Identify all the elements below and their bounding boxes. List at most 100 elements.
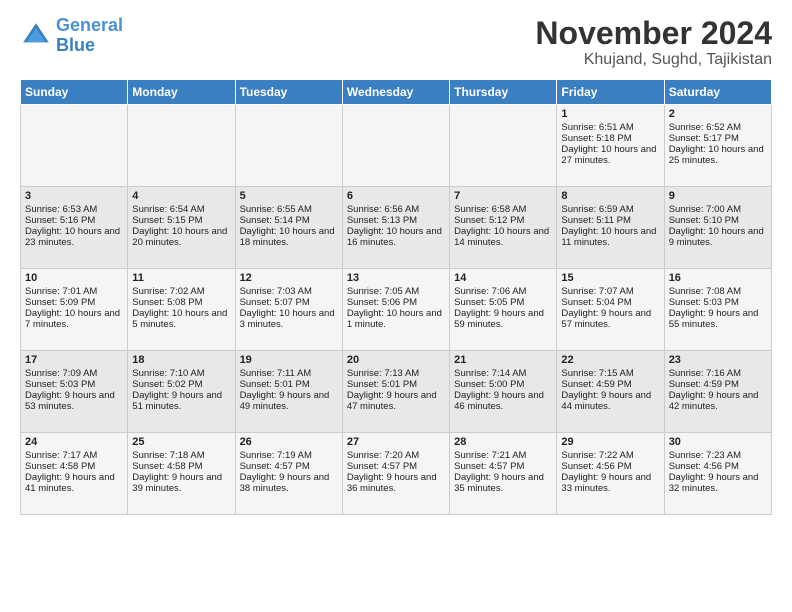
- day-number: 27: [347, 436, 445, 448]
- daylight-text: Daylight: 10 hours and 27 minutes.: [561, 144, 656, 166]
- daylight-text: Daylight: 10 hours and 3 minutes.: [240, 308, 335, 330]
- day-number: 5: [240, 190, 338, 202]
- sunrise-text: Sunrise: 7:18 AM: [132, 450, 204, 461]
- sunset-text: Sunset: 5:15 PM: [132, 215, 202, 226]
- day-cell: 1 Sunrise: 6:51 AM Sunset: 5:18 PM Dayli…: [557, 105, 664, 187]
- day-number: 2: [669, 108, 767, 120]
- sunrise-text: Sunrise: 6:53 AM: [25, 204, 97, 215]
- daylight-text: Daylight: 9 hours and 38 minutes.: [240, 472, 330, 494]
- daylight-text: Daylight: 9 hours and 44 minutes.: [561, 390, 651, 412]
- sunset-text: Sunset: 5:05 PM: [454, 297, 524, 308]
- month-title: November 2024: [535, 16, 772, 51]
- day-number: 29: [561, 436, 659, 448]
- day-number: 3: [25, 190, 123, 202]
- day-number: 14: [454, 272, 552, 284]
- logo-line2: Blue: [56, 35, 95, 55]
- day-number: 18: [132, 354, 230, 366]
- day-number: 25: [132, 436, 230, 448]
- day-cell: 24 Sunrise: 7:17 AM Sunset: 4:58 PM Dayl…: [21, 433, 128, 515]
- sunrise-text: Sunrise: 6:56 AM: [347, 204, 419, 215]
- daylight-text: Daylight: 10 hours and 23 minutes.: [25, 226, 120, 248]
- page: General Blue November 2024 Khujand, Sugh…: [0, 0, 792, 612]
- sunrise-text: Sunrise: 7:06 AM: [454, 286, 526, 297]
- day-cell: 28 Sunrise: 7:21 AM Sunset: 4:57 PM Dayl…: [450, 433, 557, 515]
- week-row-2: 10 Sunrise: 7:01 AM Sunset: 5:09 PM Dayl…: [21, 269, 772, 351]
- sunrise-text: Sunrise: 7:09 AM: [25, 368, 97, 379]
- daylight-text: Daylight: 9 hours and 57 minutes.: [561, 308, 651, 330]
- day-cell: 18 Sunrise: 7:10 AM Sunset: 5:02 PM Dayl…: [128, 351, 235, 433]
- day-cell: 10 Sunrise: 7:01 AM Sunset: 5:09 PM Dayl…: [21, 269, 128, 351]
- daylight-text: Daylight: 10 hours and 16 minutes.: [347, 226, 442, 248]
- sunset-text: Sunset: 5:02 PM: [132, 379, 202, 390]
- day-number: 13: [347, 272, 445, 284]
- week-row-1: 3 Sunrise: 6:53 AM Sunset: 5:16 PM Dayli…: [21, 187, 772, 269]
- sunrise-text: Sunrise: 7:17 AM: [25, 450, 97, 461]
- daylight-text: Daylight: 9 hours and 33 minutes.: [561, 472, 651, 494]
- sunrise-text: Sunrise: 7:10 AM: [132, 368, 204, 379]
- day-cell: 3 Sunrise: 6:53 AM Sunset: 5:16 PM Dayli…: [21, 187, 128, 269]
- day-number: 11: [132, 272, 230, 284]
- daylight-text: Daylight: 10 hours and 1 minute.: [347, 308, 442, 330]
- day-cell: 4 Sunrise: 6:54 AM Sunset: 5:15 PM Dayli…: [128, 187, 235, 269]
- day-cell: 5 Sunrise: 6:55 AM Sunset: 5:14 PM Dayli…: [235, 187, 342, 269]
- daylight-text: Daylight: 9 hours and 42 minutes.: [669, 390, 759, 412]
- daylight-text: Daylight: 10 hours and 25 minutes.: [669, 144, 764, 166]
- day-number: 30: [669, 436, 767, 448]
- daylight-text: Daylight: 9 hours and 53 minutes.: [25, 390, 115, 412]
- sunset-text: Sunset: 5:04 PM: [561, 297, 631, 308]
- day-cell: 15 Sunrise: 7:07 AM Sunset: 5:04 PM Dayl…: [557, 269, 664, 351]
- header: General Blue November 2024 Khujand, Sugh…: [20, 16, 772, 69]
- day-number: 1: [561, 108, 659, 120]
- day-cell: 20 Sunrise: 7:13 AM Sunset: 5:01 PM Dayl…: [342, 351, 449, 433]
- sunrise-text: Sunrise: 7:00 AM: [669, 204, 741, 215]
- daylight-text: Daylight: 9 hours and 41 minutes.: [25, 472, 115, 494]
- day-cell: 14 Sunrise: 7:06 AM Sunset: 5:05 PM Dayl…: [450, 269, 557, 351]
- header-tuesday: Tuesday: [235, 80, 342, 105]
- header-row: Sunday Monday Tuesday Wednesday Thursday…: [21, 80, 772, 105]
- day-cell: [450, 105, 557, 187]
- sunrise-text: Sunrise: 6:54 AM: [132, 204, 204, 215]
- sunrise-text: Sunrise: 6:59 AM: [561, 204, 633, 215]
- sunset-text: Sunset: 4:59 PM: [669, 379, 739, 390]
- daylight-text: Daylight: 10 hours and 9 minutes.: [669, 226, 764, 248]
- sunrise-text: Sunrise: 7:21 AM: [454, 450, 526, 461]
- sunset-text: Sunset: 4:58 PM: [25, 461, 95, 472]
- day-cell: 12 Sunrise: 7:03 AM Sunset: 5:07 PM Dayl…: [235, 269, 342, 351]
- day-cell: 7 Sunrise: 6:58 AM Sunset: 5:12 PM Dayli…: [450, 187, 557, 269]
- sunset-text: Sunset: 4:57 PM: [454, 461, 524, 472]
- sunset-text: Sunset: 5:10 PM: [669, 215, 739, 226]
- day-number: 28: [454, 436, 552, 448]
- daylight-text: Daylight: 10 hours and 18 minutes.: [240, 226, 335, 248]
- sunrise-text: Sunrise: 7:15 AM: [561, 368, 633, 379]
- day-number: 16: [669, 272, 767, 284]
- daylight-text: Daylight: 9 hours and 51 minutes.: [132, 390, 222, 412]
- sunrise-text: Sunrise: 7:20 AM: [347, 450, 419, 461]
- sunrise-text: Sunrise: 7:11 AM: [240, 368, 312, 379]
- header-wednesday: Wednesday: [342, 80, 449, 105]
- sunset-text: Sunset: 5:06 PM: [347, 297, 417, 308]
- day-number: 23: [669, 354, 767, 366]
- day-cell: 6 Sunrise: 6:56 AM Sunset: 5:13 PM Dayli…: [342, 187, 449, 269]
- day-number: 19: [240, 354, 338, 366]
- location: Khujand, Sughd, Tajikistan: [535, 51, 772, 69]
- daylight-text: Daylight: 10 hours and 20 minutes.: [132, 226, 227, 248]
- day-number: 22: [561, 354, 659, 366]
- sunset-text: Sunset: 5:03 PM: [25, 379, 95, 390]
- day-number: 9: [669, 190, 767, 202]
- calendar-table: Sunday Monday Tuesday Wednesday Thursday…: [20, 79, 772, 515]
- sunrise-text: Sunrise: 6:58 AM: [454, 204, 526, 215]
- sunset-text: Sunset: 5:18 PM: [561, 133, 631, 144]
- day-number: 4: [132, 190, 230, 202]
- sunrise-text: Sunrise: 6:51 AM: [561, 122, 633, 133]
- title-block: November 2024 Khujand, Sughd, Tajikistan: [535, 16, 772, 69]
- sunset-text: Sunset: 5:08 PM: [132, 297, 202, 308]
- sunset-text: Sunset: 5:12 PM: [454, 215, 524, 226]
- sunrise-text: Sunrise: 7:23 AM: [669, 450, 741, 461]
- sunset-text: Sunset: 5:01 PM: [240, 379, 310, 390]
- day-cell: [128, 105, 235, 187]
- day-cell: 11 Sunrise: 7:02 AM Sunset: 5:08 PM Dayl…: [128, 269, 235, 351]
- header-saturday: Saturday: [664, 80, 771, 105]
- sunset-text: Sunset: 4:56 PM: [561, 461, 631, 472]
- sunrise-text: Sunrise: 7:05 AM: [347, 286, 419, 297]
- sunrise-text: Sunrise: 6:52 AM: [669, 122, 741, 133]
